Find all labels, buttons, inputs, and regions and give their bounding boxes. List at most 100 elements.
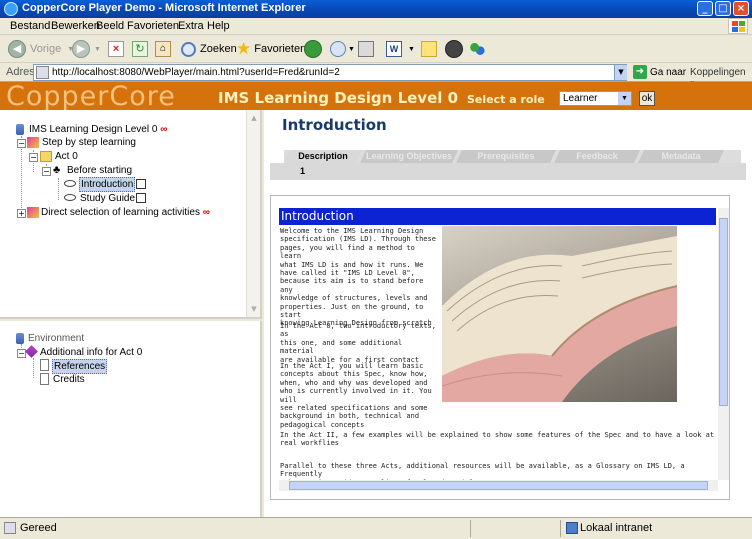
address-input[interactable]: http://localhost:8080/WebPlayer/main.htm… <box>33 64 627 81</box>
scroll-thumb[interactable] <box>289 481 708 490</box>
eye-icon <box>64 194 76 201</box>
star-icon: ★ <box>236 39 252 58</box>
menu-bestand[interactable]: Bestand <box>10 20 50 32</box>
status-bar: Gereed Lokaal intranet <box>0 517 752 539</box>
activity-tree-scrollbar[interactable]: ▲ ▼ <box>246 110 260 317</box>
tree-line <box>33 358 34 378</box>
toolbar: ◀ Vorige ▼ ▶ ▼ × ↻ ⌂ Zoeken ★ Favorieten… <box>0 35 752 63</box>
back-button[interactable]: ◀ Vorige ▼ <box>8 39 74 59</box>
ok-button[interactable]: ok <box>639 91 655 106</box>
links-label: Koppelingen <box>690 67 746 78</box>
role-select[interactable]: Learner ▼ <box>559 91 632 106</box>
print-button[interactable] <box>358 39 374 59</box>
menu-extra[interactable]: Extra <box>178 20 204 32</box>
tree-study-guide-label: Study Guide <box>80 193 136 204</box>
tree-step-label: Step by step learning <box>42 137 136 148</box>
scroll-up-icon[interactable]: ▲ <box>248 112 260 124</box>
play-icon <box>27 207 39 218</box>
edit-dropdown-icon[interactable]: ▼ <box>408 46 415 53</box>
collapse-icon[interactable]: − <box>42 167 51 176</box>
environment-tree-pane: Environment − Additional info for Act 0 … <box>0 321 262 517</box>
environment-label: Environment <box>28 333 85 344</box>
go-button[interactable]: ➜ Ga naar <box>633 65 686 79</box>
discuss-button[interactable] <box>421 39 437 59</box>
select-role-label: Select a role <box>467 93 545 106</box>
search-button[interactable]: Zoeken <box>181 39 237 59</box>
menu-favorieten[interactable]: Favorieten <box>127 20 179 32</box>
text-line: concepts about this Spec, know how, <box>280 370 428 379</box>
status-divider <box>470 520 471 537</box>
history-button[interactable] <box>304 39 322 59</box>
tab-description[interactable]: Description <box>284 150 362 163</box>
text-line: Parallel to these three Acts, additional… <box>280 462 685 479</box>
tab-content-value: 1 <box>300 166 306 176</box>
tab-prerequisites[interactable]: Prerequisites <box>456 150 556 163</box>
intro-paragraph-1: Welcome to the IMS Learning Design specif… <box>280 227 440 328</box>
text-line: specification (IMS LD). Through these <box>280 235 436 244</box>
text-line: have called it "IMS LD Level 0", <box>280 269 415 278</box>
edit-button[interactable]: W ▼ <box>386 39 415 59</box>
text-line: In the Act I, you will learn basic <box>280 362 424 370</box>
collapse-icon[interactable]: − <box>17 139 26 148</box>
collapse-icon[interactable]: − <box>29 153 38 162</box>
messenger-button[interactable] <box>445 39 463 59</box>
windows-logo-icon <box>728 18 748 34</box>
text-line: what IMS LD is and how it runs. We <box>280 260 424 269</box>
note-icon <box>421 41 437 57</box>
frame-horizontal-scrollbar[interactable] <box>279 480 718 491</box>
tab-metadata[interactable]: Metadata <box>638 150 724 163</box>
open-book-illustration <box>442 236 677 402</box>
content-pane: Introduction Description Learning Object… <box>264 110 752 517</box>
forward-dropdown-icon[interactable]: ▼ <box>94 46 101 53</box>
close-button[interactable]: × <box>733 1 749 16</box>
text-line: this one, and some additional material <box>280 338 403 356</box>
menu-bewerken[interactable]: Bewerken <box>51 20 100 32</box>
menu-beeld[interactable]: Beeld <box>96 20 124 32</box>
people-button[interactable] <box>469 39 485 59</box>
word-icon: W <box>386 41 402 57</box>
text-line: knowledge of structures, levels and <box>280 294 428 303</box>
text-line: because its aim is to stand before any <box>280 277 424 294</box>
environment-cube-icon <box>25 345 38 358</box>
intro-paragraph-4: In the Act II, a few examples will be ex… <box>280 431 716 448</box>
text-line: In the Act 0, two introductory texts, as <box>280 322 436 339</box>
frame-heading: Introduction <box>279 208 716 225</box>
scroll-down-icon[interactable]: ▼ <box>248 303 260 315</box>
text-line: see related specifications and some <box>280 404 428 413</box>
go-label: Ga naar <box>650 66 687 78</box>
security-zone: Lokaal intranet <box>580 522 653 534</box>
stop-icon: × <box>108 41 124 57</box>
address-dropdown-icon[interactable]: ▼ <box>614 65 627 80</box>
activity-tree-pane: ▲ ▼ IMS Learning Design Level 0 ∞ − Step… <box>0 110 262 319</box>
tree-root-label: IMS Learning Design Level 0 <box>29 124 158 135</box>
folder-icon <box>40 151 52 162</box>
completion-checkbox[interactable] <box>136 179 146 189</box>
page-title: Introduction <box>282 116 387 134</box>
tab-feedback[interactable]: Feedback <box>554 150 640 163</box>
mail-dropdown-icon[interactable]: ▼ <box>348 46 355 53</box>
back-label: Vorige <box>30 43 62 55</box>
menu-help[interactable]: Help <box>207 20 230 32</box>
scroll-thumb[interactable] <box>719 218 728 406</box>
intro-paragraph-2: In the Act 0, two introductory texts, as… <box>280 322 440 364</box>
chevron-down-icon[interactable]: ▼ <box>618 92 631 105</box>
learning-design-title: IMS Learning Design Level 0 <box>218 89 459 107</box>
completion-checkbox[interactable] <box>136 193 146 203</box>
tree-before-label: Before starting <box>67 165 133 176</box>
minimize-button[interactable]: _ <box>697 1 713 16</box>
expand-icon[interactable]: + <box>17 209 26 218</box>
mail-button[interactable]: ▼ <box>330 39 355 59</box>
status-divider <box>560 520 561 537</box>
address-bar: Adres http://localhost:8080/WebPlayer/ma… <box>0 63 752 89</box>
tab-learning-objectives[interactable]: Learning Objectives <box>360 150 458 163</box>
frame-vertical-scrollbar[interactable] <box>718 208 729 480</box>
play-icon <box>27 137 39 148</box>
forward-button[interactable]: ▶ ▼ <box>72 39 101 59</box>
home-button[interactable]: ⌂ <box>155 39 171 59</box>
printer-icon <box>358 41 374 57</box>
refresh-button[interactable]: ↻ <box>132 39 148 59</box>
stop-button[interactable]: × <box>108 39 124 59</box>
favorites-button[interactable]: ★ Favorieten <box>236 39 306 59</box>
maximize-button[interactable]: □ <box>715 1 731 16</box>
credits-label: Credits <box>53 374 85 385</box>
